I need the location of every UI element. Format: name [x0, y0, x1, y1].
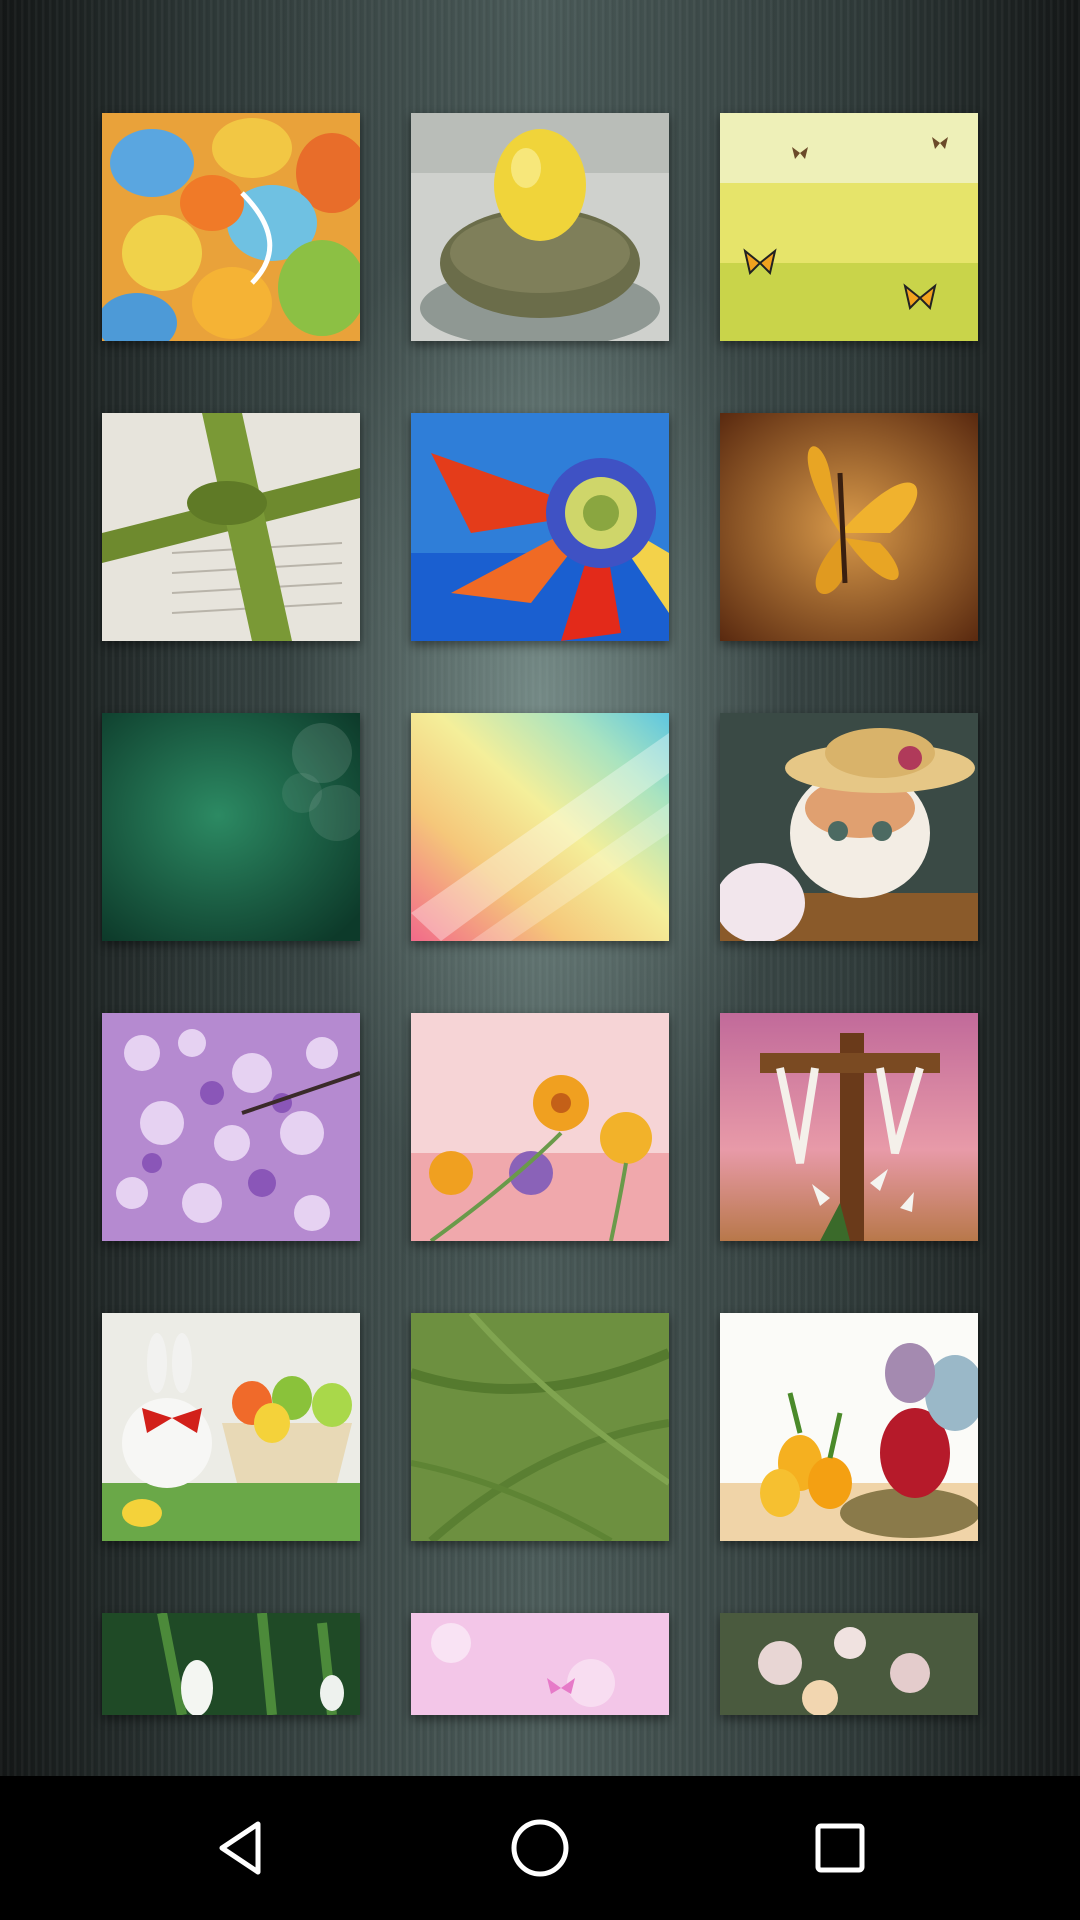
thumbnail-green-palm-leaves[interactable] — [411, 1313, 669, 1541]
thumbnail-white-bunny-with-eggs[interactable] — [102, 1313, 360, 1541]
thumbnail-green-ribbon-on-book[interactable] — [102, 413, 360, 641]
thumbnail-painted-orange-flowers[interactable] — [411, 1013, 669, 1241]
bunny-eggs-image — [102, 1313, 360, 1541]
tulips-eggs-image — [720, 1313, 978, 1541]
thumbnail-colorful-easter-eggs[interactable] — [102, 113, 360, 341]
thumbnail-tulips-and-easter-eggs[interactable] — [720, 1313, 978, 1541]
thumbnail-butterflies-yellow-field[interactable] — [720, 113, 978, 341]
navigation-bar — [0, 1776, 1080, 1920]
back-button[interactable] — [190, 1798, 290, 1898]
thumbnail-green-bokeh-background[interactable] — [102, 713, 360, 941]
kitten-hat-image — [720, 713, 978, 941]
thumbnail-pink-butterfly-pattern[interactable] — [411, 1613, 669, 1715]
green-bokeh-image — [102, 713, 360, 941]
thumbnail-pale-blossoms[interactable] — [720, 1613, 978, 1715]
thumbnail-rainbow-butterflies[interactable] — [411, 713, 669, 941]
palm-leaves-image — [411, 1313, 669, 1541]
lilac-image — [102, 1013, 360, 1241]
butterfly-field-image — [720, 113, 978, 341]
thumbnail-cross-with-lilies[interactable] — [720, 1013, 978, 1241]
back-triangle-icon — [219, 1821, 261, 1875]
thumbnail-red-blue-flower-closeup[interactable] — [411, 413, 669, 641]
easter-eggs-image — [102, 113, 360, 341]
recents-button[interactable] — [790, 1798, 890, 1898]
thumbnail-white-snowdrops[interactable] — [102, 1613, 360, 1715]
wallpaper-gallery — [0, 0, 1080, 1776]
egg-nest-image — [411, 113, 669, 341]
thumbnail-golden-butterfly[interactable] — [720, 413, 978, 641]
home-circle-icon — [511, 1819, 569, 1877]
flower-closeup-image — [411, 413, 669, 641]
recents-square-icon — [815, 1823, 865, 1873]
ribbon-book-image — [102, 413, 360, 641]
thumbnail-purple-lilac-blossoms[interactable] — [102, 1013, 360, 1241]
snowdrops-image — [102, 1613, 360, 1715]
home-button[interactable] — [490, 1798, 590, 1898]
pale-blossoms-image — [720, 1613, 978, 1715]
painted-flowers-image — [411, 1013, 669, 1241]
golden-butterfly-image — [720, 413, 978, 641]
thumbnail-kitten-in-straw-hat[interactable] — [720, 713, 978, 941]
cross-lilies-image — [720, 1013, 978, 1241]
rainbow-butterflies-image — [411, 713, 669, 941]
thumbnail-yellow-egg-in-nest[interactable] — [411, 113, 669, 341]
pink-pattern-image — [411, 1613, 669, 1715]
